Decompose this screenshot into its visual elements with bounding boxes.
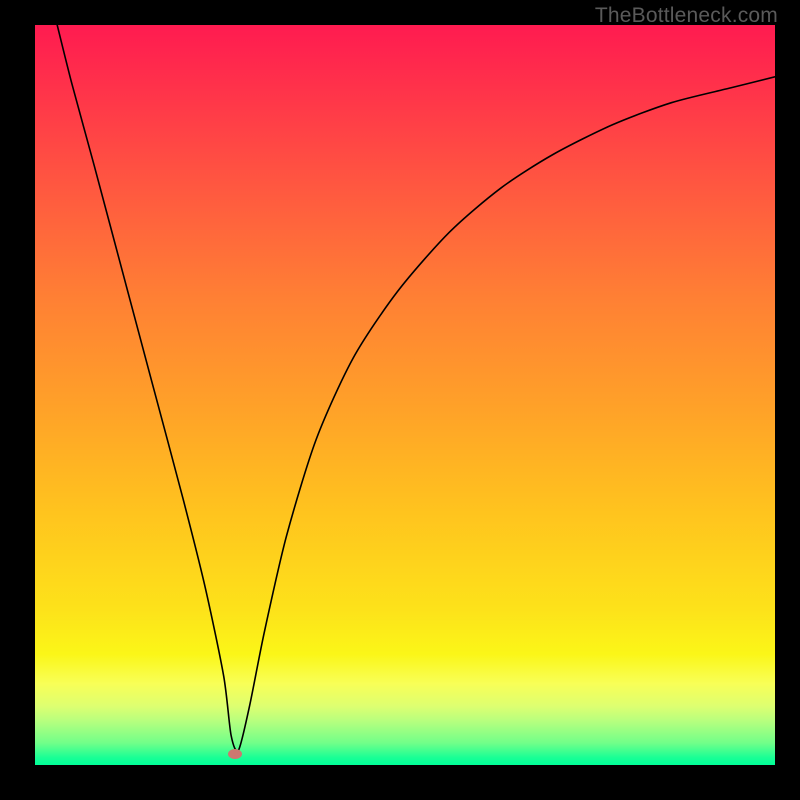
plot-area [35,25,775,765]
minimum-marker [228,749,242,759]
chart-frame: TheBottleneck.com [0,0,800,800]
bottleneck-curve [35,25,775,765]
